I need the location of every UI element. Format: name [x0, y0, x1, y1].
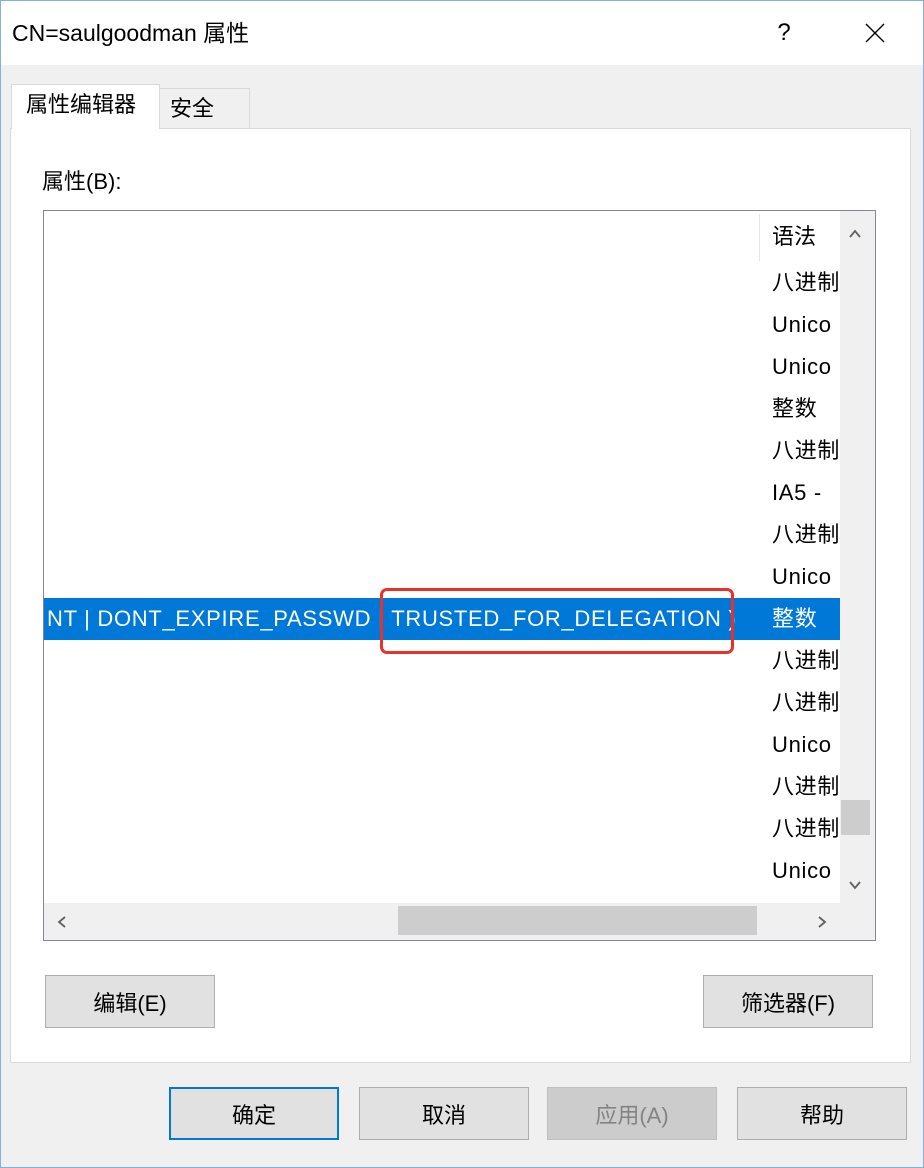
help-icon: ? [777, 18, 791, 46]
vertical-scrollbar[interactable] [840, 211, 875, 903]
list-item[interactable]: 八进制 [44, 262, 840, 304]
edit-button-label: 编辑(E) [93, 990, 167, 1016]
value-prefix: NT | DONT_EXPIRE_PASSWD | [47, 606, 392, 631]
syntax-cell: 整数 [772, 396, 818, 421]
list-item[interactable]: 八进制 [44, 682, 840, 724]
scrollbar-corner [840, 903, 875, 940]
close-button[interactable] [850, 0, 900, 65]
ok-button[interactable]: 确定 [169, 1087, 339, 1140]
syntax-cell: Unico [772, 858, 832, 883]
value-suffix: ) [721, 606, 737, 631]
horizontal-scroll-thumb[interactable] [398, 906, 757, 935]
tab-attribute-editor[interactable]: 属性编辑器 [11, 84, 160, 129]
attributes-label: 属性(B): [42, 169, 122, 194]
syntax-cell: 八进制 [772, 438, 841, 463]
highlighted-flag: TRUSTED_FOR_DELEGATION [380, 588, 734, 654]
chevron-down-icon [848, 881, 861, 890]
syntax-cell: 八进制 [772, 522, 841, 547]
list-item[interactable]: 八进制 [44, 640, 840, 682]
tab-security[interactable]: 安全 [159, 88, 250, 128]
filter-button[interactable]: 筛选器(F) [703, 975, 873, 1028]
syntax-cell: 八进制 [772, 648, 841, 673]
chevron-up-icon [848, 229, 861, 238]
scroll-down-button[interactable] [840, 867, 869, 903]
chevron-right-icon [818, 915, 827, 928]
vertical-scroll-thumb[interactable] [841, 800, 870, 835]
list-item[interactable]: Unico [44, 556, 840, 598]
help-button[interactable]: ? [759, 0, 809, 65]
list-item[interactable]: Unico [44, 346, 840, 388]
edit-button[interactable]: 编辑(E) [45, 975, 215, 1028]
properties-dialog: CN=saulgoodman 属性 ? 安全 属性编辑器 属性(B): 语法 八… [0, 0, 924, 1168]
cancel-button-label: 取消 [421, 1102, 466, 1128]
column-header-row: 语法 [44, 211, 840, 262]
list-item[interactable]: 八进制 [44, 514, 840, 556]
syntax-cell: 整数 [772, 606, 818, 631]
scroll-left-button[interactable] [44, 903, 80, 940]
cancel-button[interactable]: 取消 [359, 1087, 529, 1140]
scroll-up-button[interactable] [840, 211, 869, 257]
list-item[interactable]: IA5 - [44, 472, 840, 514]
syntax-cell: Unico [772, 564, 832, 589]
value-highlighted: TRUSTED_FOR_DELEGATION [391, 606, 722, 631]
close-icon [865, 23, 885, 42]
apply-button-label: 应用(A) [595, 1102, 669, 1128]
syntax-cell: Unico [772, 312, 832, 337]
syntax-cell: Unico [772, 354, 832, 379]
syntax-cell: 八进制 [772, 774, 841, 799]
help-button-label: 帮助 [799, 1102, 844, 1128]
window-title: CN=saulgoodman 属性 [12, 20, 250, 46]
help-dialog-button[interactable]: 帮助 [737, 1087, 907, 1140]
horizontal-scrollbar[interactable] [44, 903, 840, 940]
value-cell: NT | DONT_EXPIRE_PASSWD | TRUSTED_FOR_DE… [47, 588, 737, 654]
attributes-list[interactable]: 语法 八进制 Unico Unico 整数 八进制 IA5 - 八进制 Unic… [43, 210, 876, 941]
list-item[interactable]: Unico [44, 724, 840, 766]
apply-button: 应用(A) [547, 1087, 717, 1140]
list-item-selected[interactable]: NT | DONT_EXPIRE_PASSWD | TRUSTED_FOR_DE… [44, 588, 840, 654]
column-header-syntax[interactable]: 语法 [772, 211, 816, 262]
list-item[interactable]: 整数 [44, 388, 840, 430]
title-bar[interactable]: CN=saulgoodman 属性 ? [0, 0, 924, 65]
syntax-cell: 八进制 [772, 270, 841, 295]
syntax-cell: 八进制 [772, 816, 841, 841]
filter-button-label: 筛选器(F) [740, 990, 836, 1016]
tab-label: 安全 [170, 96, 215, 121]
syntax-cell: Unico [772, 732, 832, 757]
ok-button-label: 确定 [231, 1102, 276, 1128]
tab-label: 属性编辑器 [26, 92, 137, 117]
chevron-left-icon [57, 915, 66, 928]
list-item[interactable]: 八进制 [44, 766, 840, 808]
list-item[interactable]: Unico [44, 304, 840, 346]
scroll-right-button[interactable] [804, 903, 840, 940]
list-item[interactable]: Unico [44, 850, 840, 892]
column-divider[interactable] [759, 214, 760, 261]
list-item[interactable]: 八进制 [44, 808, 840, 850]
syntax-cell: IA5 - [772, 480, 829, 505]
list-item[interactable]: 八进制 [44, 430, 840, 472]
syntax-cell: 八进制 [772, 690, 841, 715]
